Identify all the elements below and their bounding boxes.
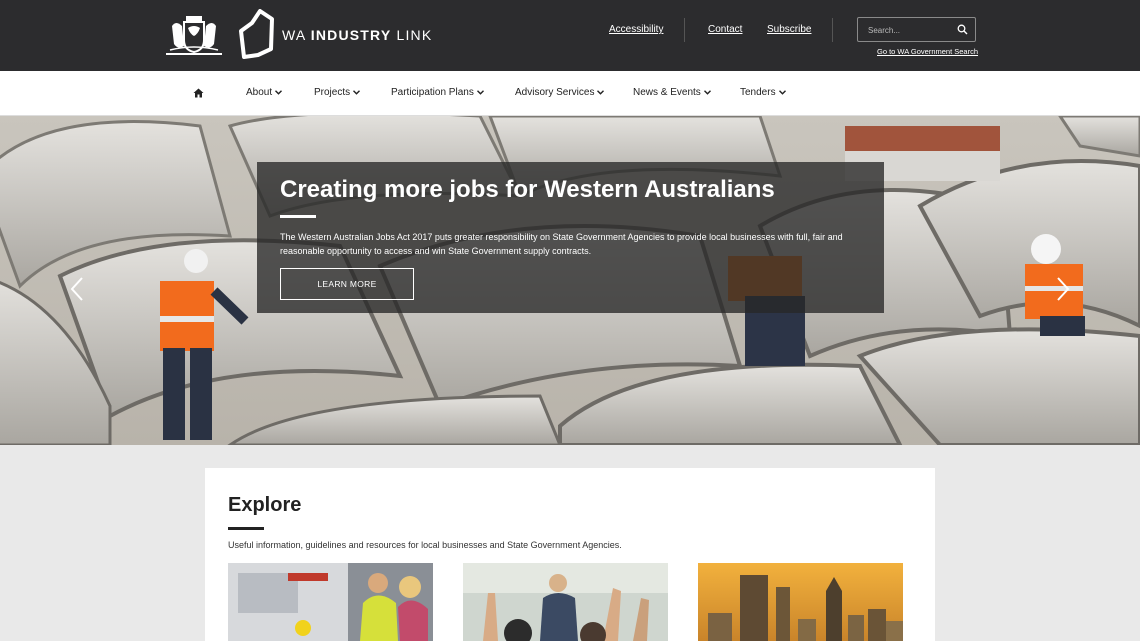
chevron-down-icon bbox=[353, 90, 361, 95]
site-brand-name[interactable]: WA INDUSTRY LINK bbox=[282, 27, 432, 43]
wa-government-crest-logo[interactable] bbox=[164, 12, 224, 58]
nav-item-label: About bbox=[246, 87, 273, 98]
chevron-down-icon bbox=[597, 90, 605, 95]
wa-map-logo[interactable] bbox=[238, 9, 276, 61]
nav-item-label: News & Events bbox=[633, 87, 701, 98]
carousel-next-arrow-icon[interactable] bbox=[1056, 276, 1070, 302]
nav-item-about[interactable]: About bbox=[246, 87, 283, 98]
contact-link[interactable]: Contact bbox=[708, 24, 742, 35]
nav-item-tenders[interactable]: Tenders bbox=[740, 87, 786, 98]
hero-text-panel: Creating more jobs for Western Australia… bbox=[257, 162, 884, 313]
chevron-down-icon bbox=[703, 90, 711, 95]
explore-heading-underline bbox=[228, 527, 264, 530]
explore-card-image-businesses[interactable] bbox=[228, 563, 433, 641]
accessibility-link[interactable]: Accessibility bbox=[609, 24, 663, 35]
carousel-prev-arrow-icon[interactable] bbox=[70, 276, 84, 302]
chevron-down-icon bbox=[778, 90, 786, 95]
search-input[interactable] bbox=[868, 24, 953, 36]
site-header: WA INDUSTRY LINK Accessibility Contact S… bbox=[0, 0, 1140, 71]
nav-item-label: Tenders bbox=[740, 87, 776, 98]
search-icon[interactable] bbox=[957, 24, 968, 35]
nav-item-advisory-services[interactable]: Advisory Services bbox=[515, 87, 605, 98]
wa-government-search-link[interactable]: Go to WA Government Search bbox=[877, 47, 978, 56]
hero-title: Creating more jobs for Western Australia… bbox=[280, 176, 775, 203]
nav-item-label: Projects bbox=[314, 87, 351, 98]
explore-card-image-perth-skyline[interactable] bbox=[698, 563, 903, 641]
header-divider bbox=[684, 18, 685, 42]
explore-card-image-agencies[interactable] bbox=[463, 563, 668, 641]
home-icon[interactable] bbox=[193, 88, 204, 98]
chevron-down-icon bbox=[476, 90, 484, 95]
nav-item-participation-plans[interactable]: Participation Plans bbox=[391, 87, 484, 98]
nav-item-label: Advisory Services bbox=[515, 87, 595, 98]
chevron-down-icon bbox=[275, 90, 283, 95]
main-navigation: About Projects Participation Plans Advis… bbox=[0, 71, 1140, 116]
explore-description: Useful information, guidelines and resou… bbox=[228, 540, 622, 550]
explore-section: Explore Useful information, guidelines a… bbox=[205, 468, 935, 641]
hero-banner: Creating more jobs for Western Australia… bbox=[0, 116, 1140, 445]
nav-item-news-events[interactable]: News & Events bbox=[633, 87, 711, 98]
nav-item-projects[interactable]: Projects bbox=[314, 87, 361, 98]
search-box bbox=[857, 17, 976, 42]
hero-description: The Western Australian Jobs Act 2017 put… bbox=[280, 232, 843, 256]
subscribe-link[interactable]: Subscribe bbox=[767, 24, 811, 35]
explore-heading: Explore bbox=[228, 494, 302, 516]
learn-more-button[interactable]: LEARN MORE bbox=[280, 268, 414, 300]
hero-title-underline bbox=[280, 215, 316, 218]
header-divider bbox=[832, 18, 833, 42]
nav-item-label: Participation Plans bbox=[391, 87, 474, 98]
